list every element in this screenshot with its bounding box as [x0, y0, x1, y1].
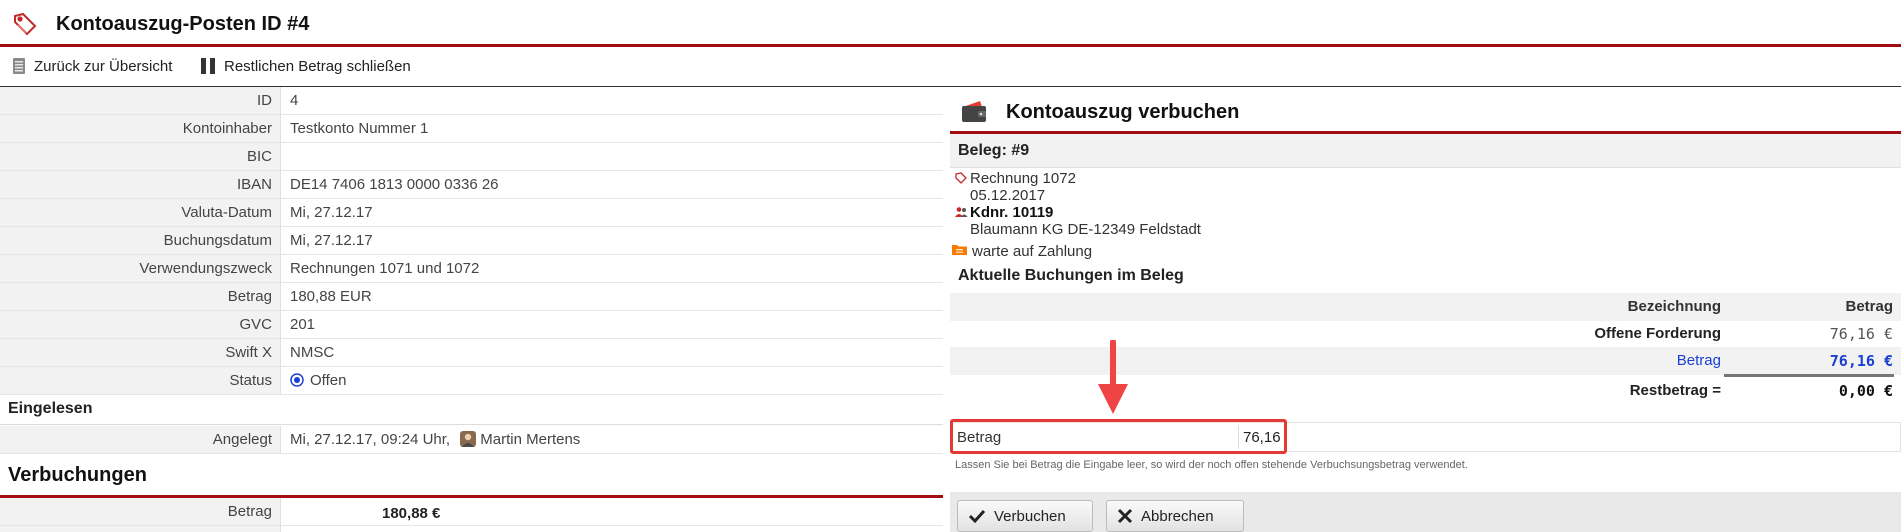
detail-value: 180,88 EUR — [290, 288, 372, 305]
close-remaining-amount-button[interactable]: Restlichen Betrag schließen — [200, 47, 411, 85]
detail-row-iban: IBAN DE14 7406 1813 0000 0336 26 — [0, 171, 943, 199]
cancel-label: Abbrechen — [1141, 507, 1214, 525]
invoice-tag-icon — [955, 172, 967, 184]
amount-hint-text: Lassen Sie bei Betrag die Eingabe leer, … — [955, 459, 1468, 471]
detail-value: Mi, 27.12.17 — [290, 232, 373, 249]
column-header-betrag: Betrag — [1845, 298, 1893, 315]
detail-label: Kontoinhaber — [0, 115, 281, 142]
customer-number[interactable]: Kdnr. 10119 — [970, 204, 1053, 221]
detail-row-gvc: GVC 201 — [0, 311, 943, 339]
detail-value: NMSC — [290, 344, 335, 361]
column-header-bezeichnung: Bezeichnung — [1627, 298, 1721, 315]
detail-value: Testkonto Nummer 1 — [290, 120, 429, 137]
detail-row-valuta-datum: Valuta-Datum Mi, 27.12.17 — [0, 199, 943, 227]
back-to-overview-button[interactable]: Zurück zur Übersicht — [12, 47, 172, 85]
created-by-user[interactable]: Martin Mertens — [480, 431, 580, 448]
customers-icon — [955, 207, 968, 217]
row-label: Betrag — [1676, 352, 1721, 369]
wallet-icon — [962, 101, 986, 122]
detail-label: Betrag — [0, 498, 281, 525]
tag-icon — [14, 12, 37, 36]
beleg-label: Beleg: #9 — [958, 142, 1030, 159]
status-text: Offen — [310, 372, 347, 389]
pause-icon — [201, 58, 215, 74]
detail-value-status: Offen — [290, 367, 346, 394]
table-row-total: Restbetrag = 0,00 € — [950, 377, 1901, 405]
detail-label: Verwendungszweck — [0, 255, 281, 282]
detail-value-angelegt: Mi, 27.12.17, 09:24 Uhr, Martin Mertens — [290, 426, 580, 453]
detail-row-bic: BIC — [0, 143, 943, 171]
section-eingelesen-heading: Eingelesen — [8, 400, 93, 417]
radio-selected-icon — [290, 373, 304, 387]
back-to-overview-label: Zurück zur Übersicht — [34, 57, 173, 75]
detail-label: IBAN — [0, 171, 281, 198]
detail-value: 201 — [290, 316, 316, 333]
detail-label: Valuta-Datum — [0, 199, 281, 226]
detail-label: ID — [0, 87, 281, 114]
submit-booking-button[interactable]: Verbuchen — [957, 500, 1093, 532]
row-value: 76,16 € — [1829, 352, 1893, 370]
verbuchungen-row-next — [0, 526, 943, 532]
verbuchungen-row-betrag: Betrag — [0, 498, 943, 526]
row-label: Restbetrag = — [1629, 382, 1721, 399]
beleg-header-row — [950, 134, 1901, 168]
detail-row-id: ID 4 — [0, 87, 943, 115]
detail-value: 4 — [290, 92, 299, 109]
highlight-frame — [950, 419, 1287, 454]
checkmark-icon — [968, 509, 986, 524]
section-verbuchungen-heading: Verbuchungen — [8, 464, 147, 486]
page-title: Kontoauszug-Posten ID #4 — [56, 13, 310, 35]
folder-icon — [952, 245, 967, 255]
payment-status: warte auf Zahlung — [972, 243, 1093, 260]
cancel-button[interactable]: Abbrechen — [1106, 500, 1244, 532]
table-row: Offene Forderung 76,16 € — [950, 320, 1901, 348]
detail-value: DE14 7406 1813 0000 0336 26 — [290, 176, 499, 193]
detail-row-betrag: Betrag 180,88 EUR — [0, 283, 943, 311]
detail-row-status: Status Offen — [0, 367, 943, 395]
detail-row-verwendungszweck: Verwendungszweck Rechnungen 1071 und 107… — [0, 255, 943, 283]
detail-row-kontoinhaber: Kontoinhaber Testkonto Nummer 1 — [0, 115, 943, 143]
detail-value: Rechnungen 1071 und 1072 — [290, 260, 480, 277]
detail-label: Status — [0, 367, 281, 394]
detail-label: GVC — [0, 311, 281, 338]
row-value: 76,16 € — [1829, 325, 1893, 343]
toolbar: Zurück zur Übersicht Restlichen Betrag s… — [0, 47, 1901, 87]
annotation-arrow-icon — [1098, 340, 1128, 414]
detail-row-swift-x: Swift X NMSC — [0, 339, 943, 367]
submit-booking-label: Verbuchen — [994, 507, 1066, 525]
bookings-table-header: Bezeichnung Betrag — [950, 293, 1901, 321]
invoice-name-link[interactable]: Rechnung 1072 — [970, 170, 1076, 187]
user-avatar-icon — [460, 431, 477, 447]
table-row: Betrag 76,16 € — [950, 347, 1901, 375]
detail-row-buchungsdatum: Buchungsdatum Mi, 27.12.17 — [0, 227, 943, 255]
detail-label: Swift X — [0, 339, 281, 366]
detail-label: BIC — [0, 143, 281, 170]
divider — [0, 424, 943, 425]
close-icon — [1117, 508, 1133, 524]
customer-address: Blaumann KG DE-12349 Feldstadt — [970, 221, 1201, 238]
row-value: 0,00 € — [1838, 382, 1893, 400]
detail-label: Betrag — [0, 283, 281, 310]
detail-label: Buchungsdatum — [0, 227, 281, 254]
booking-panel-title: Kontoauszug verbuchen — [1006, 101, 1240, 123]
current-bookings-heading: Aktuelle Buchungen im Beleg — [958, 267, 1184, 284]
verbuchungen-betrag-value: 180,88 € — [382, 505, 441, 522]
detail-value: Mi, 27.12.17 — [290, 204, 373, 221]
detail-row-angelegt: Angelegt Mi, 27.12.17, 09:24 Uhr, Martin… — [0, 426, 943, 454]
row-label: Offene Forderung — [1594, 325, 1721, 342]
detail-label: Angelegt — [0, 426, 281, 453]
detail-label-empty — [0, 526, 281, 532]
close-remaining-amount-label: Restlichen Betrag schließen — [224, 57, 411, 75]
invoice-date: 05.12.2017 — [970, 187, 1046, 204]
list-document-icon — [13, 58, 25, 74]
created-timestamp: Mi, 27.12.17, 09:24 Uhr, — [290, 431, 451, 448]
